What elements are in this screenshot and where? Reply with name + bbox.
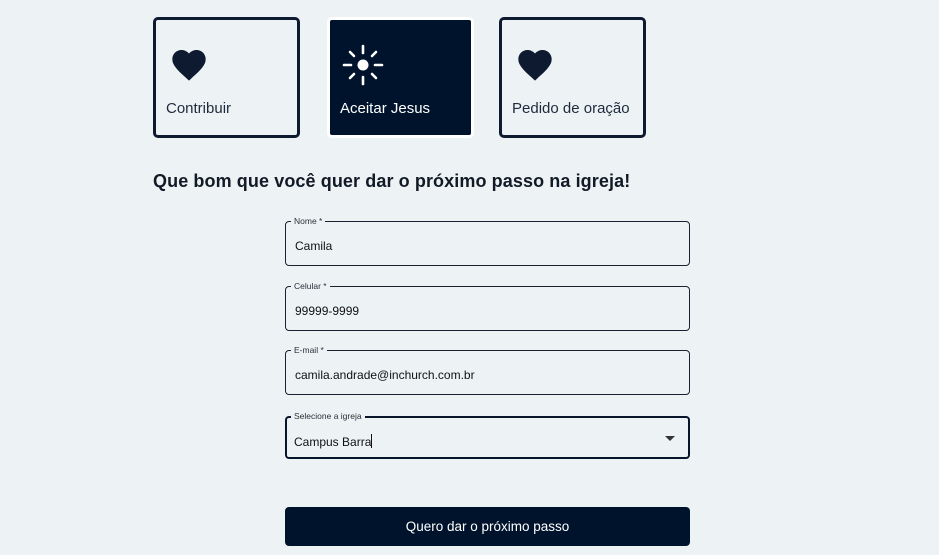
submit-button[interactable]: Quero dar o próximo passo	[285, 507, 690, 546]
option-cards: Contribuir Aceitar Jesus Pedido de oraçã…	[153, 17, 650, 142]
chevron-down-icon[interactable]	[665, 436, 675, 441]
church-select-label: Selecione a igreja	[291, 410, 365, 422]
email-field-value[interactable]: camila.andrade@inchurch.com.br	[295, 368, 475, 382]
option-label: Pedido de oração	[512, 100, 630, 117]
heart-icon	[172, 50, 206, 81]
option-label: Aceitar Jesus	[340, 100, 431, 117]
email-field-label: E-mail *	[291, 344, 327, 356]
option-label: Contribuir	[166, 100, 232, 117]
church-select-text: Campus Barra	[294, 435, 372, 449]
name-field-label: Nome *	[291, 215, 326, 227]
option-card-aceitar-jesus[interactable]: Aceitar Jesus	[327, 17, 474, 138]
email-field[interactable]: E-mail * camila.andrade@inchurch.com.br	[285, 344, 690, 395]
page: Contribuir Aceitar Jesus Pedido de oraçã…	[0, 0, 939, 555]
name-field-value[interactable]: Camila	[295, 239, 332, 253]
name-field[interactable]: Nome * Camila	[285, 215, 690, 266]
church-select-value[interactable]: Campus Barra	[294, 434, 373, 449]
option-card-contribuir[interactable]: Contribuir	[153, 17, 300, 138]
option-card-pedido-de-oracao[interactable]: Pedido de oração	[499, 17, 646, 138]
phone-field[interactable]: Celular * 99999-9999	[285, 280, 690, 331]
church-select[interactable]: Selecione a igreja Campus Barra	[285, 410, 690, 459]
sun-icon	[342, 44, 384, 86]
text-caret	[371, 434, 373, 448]
page-heading: Que bom que você quer dar o próximo pass…	[153, 171, 631, 191]
phone-field-value[interactable]: 99999-9999	[295, 304, 359, 318]
phone-field-label: Celular *	[291, 280, 330, 292]
heart-icon	[518, 50, 552, 81]
